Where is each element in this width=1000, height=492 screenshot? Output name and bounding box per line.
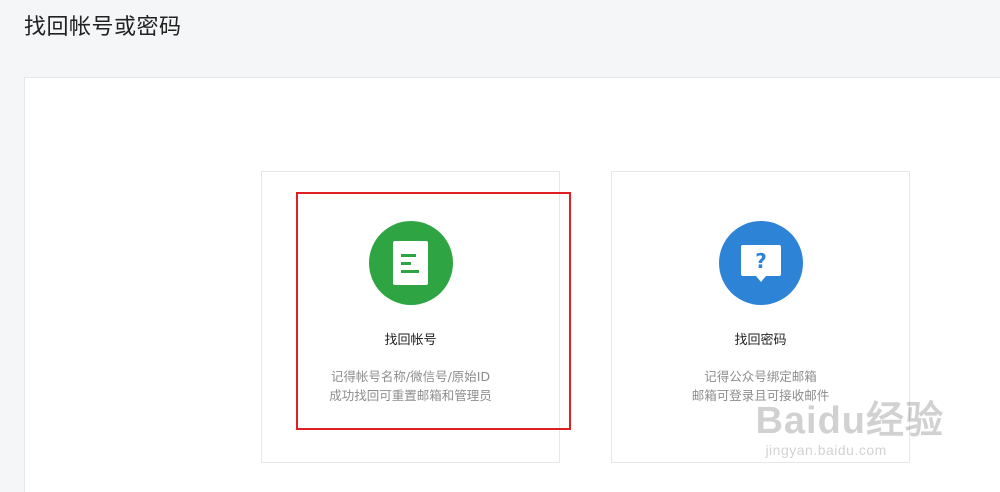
recover-password-title: 找回密码 [734, 333, 787, 348]
document-icon [393, 241, 428, 285]
recover-account-card[interactable]: 找回帐号 记得帐号名称/微信号/原始ID 成功找回可重置邮箱和管理员 [261, 171, 560, 463]
account-icon-circle [369, 221, 453, 305]
recover-password-desc-1: 记得公众号绑定邮箱 [704, 369, 817, 384]
question-bubble-icon: ? [741, 245, 781, 282]
svg-text:?: ? [755, 249, 767, 273]
recover-account-title: 找回帐号 [384, 333, 437, 348]
baidu-jingyan-watermark: Baidu经验 jingyan.baidu.com [755, 400, 944, 458]
watermark-brand: Baidu经验 [755, 400, 944, 442]
recover-account-desc-2: 成功找回可重置邮箱和管理员 [329, 388, 492, 403]
watermark-site: jingyan.baidu.com [765, 442, 887, 458]
recover-account-desc-1: 记得帐号名称/微信号/原始ID [330, 369, 491, 384]
password-icon-circle: ? [719, 221, 803, 305]
page-title: 找回帐号或密码 [24, 15, 182, 40]
